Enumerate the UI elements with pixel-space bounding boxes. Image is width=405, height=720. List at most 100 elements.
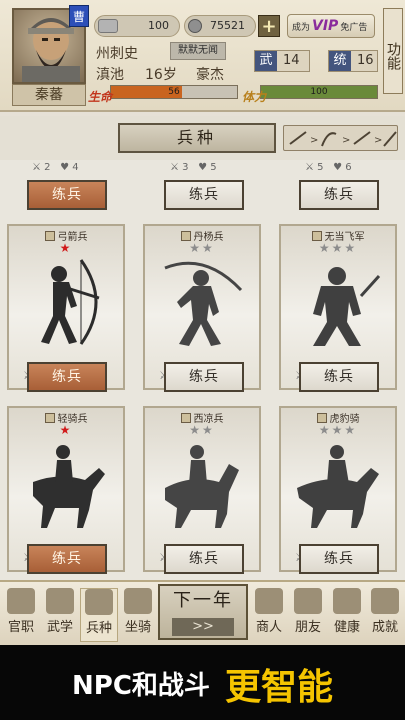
handshake-icon: [294, 588, 322, 614]
energy-value: 100: [310, 87, 328, 97]
title-text: 豪杰: [196, 67, 224, 83]
health-label: 生命: [88, 90, 113, 104]
heavy-cavalry-silhouette-icon: [297, 445, 379, 528]
nav-friends[interactable]: 朋友: [289, 588, 327, 642]
partial-stats-1: ⚔ 2 ♥ 4: [32, 162, 79, 173]
nav-health[interactable]: 健康: [328, 588, 366, 642]
wu-value: 14: [283, 53, 300, 68]
coin-value: 75521: [210, 19, 245, 32]
silver-value: 100: [148, 19, 169, 32]
location-text: 滇池: [96, 67, 124, 83]
add-currency-button[interactable]: +: [258, 15, 280, 37]
age-text: 16岁: [145, 67, 177, 83]
energy-bar: 100: [260, 85, 378, 99]
unit-grid: ⚔ 2 ♥ 4 ⚔ 3 ♥ 5 ⚔ 5 ♥ 6 练兵 练兵 练兵 弓箭兵 ★ 2…: [0, 160, 405, 580]
unit-type-icon: [180, 231, 191, 241]
vip-label: VIP: [312, 18, 339, 34]
unit-stars: ★: [59, 241, 73, 255]
wu-label: 武: [255, 51, 277, 71]
unit-stars: ★★★: [318, 241, 358, 255]
warrior-silhouette-icon: [313, 267, 381, 346]
scroll-icon: [46, 588, 74, 614]
rank-text: 州刺史: [96, 46, 138, 62]
nav-label: 健康: [333, 620, 360, 635]
next-year-label: 下一年: [173, 590, 233, 611]
vip-suffix: 免广告: [340, 23, 368, 33]
unit-stars: ★★★: [318, 423, 358, 437]
energy-label: 体力: [242, 90, 267, 104]
spearman-silhouette-icon: [164, 261, 243, 346]
nav-label: 成就: [371, 620, 398, 635]
partial-stats-3: ⚔ 5 ♥ 6: [305, 162, 352, 173]
horseman-silhouette-icon: [165, 445, 239, 528]
health-value: 56: [168, 87, 180, 97]
partial-defense: 4: [72, 162, 79, 173]
fast-forward-button[interactable]: >>: [172, 618, 234, 636]
unit-stars: ★: [59, 423, 73, 437]
gourd-icon: [333, 588, 361, 614]
tong-label: 统: [329, 51, 351, 71]
ingot-icon: [255, 588, 283, 614]
faction-badge: 曹: [69, 5, 89, 27]
svg-text:>: >: [310, 135, 318, 146]
game-screen: 曹 秦蕃 100 75521 + 成为 VIP 免广告 功能 州刺史 默默无闻 滇池…: [0, 0, 405, 645]
nav-merchant[interactable]: 商人: [250, 588, 288, 642]
nav-office[interactable]: 官职: [2, 588, 40, 642]
partial-attack: 3: [182, 162, 189, 173]
character-name: 秦蕃: [12, 84, 86, 106]
unit-stars: ★★: [189, 423, 215, 437]
train-button[interactable]: 练兵: [299, 362, 379, 392]
reputation-chip: 默默无闻: [170, 42, 226, 60]
official-icon: [7, 588, 35, 614]
nav-label: 官职: [7, 620, 34, 635]
train-button[interactable]: 练兵: [299, 544, 379, 574]
train-button[interactable]: 练兵: [27, 544, 107, 574]
section-title: 兵种: [118, 123, 276, 153]
train-button[interactable]: 练兵: [27, 180, 107, 210]
weapon-upgrade-path[interactable]: > > >: [283, 125, 398, 151]
horse-icon: [124, 588, 152, 614]
train-button[interactable]: 练兵: [27, 362, 107, 392]
unit-type-icon: [316, 413, 327, 423]
train-button[interactable]: 练兵: [164, 362, 244, 392]
partial-defense: 5: [210, 162, 217, 173]
nav-mount[interactable]: 坐骑: [119, 588, 157, 642]
nav-label: 坐骑: [124, 620, 151, 635]
silver-counter: 100: [94, 15, 180, 37]
nav-achievements[interactable]: 成就: [366, 588, 404, 642]
player-header: 曹 秦蕃 100 75521 + 成为 VIP 免广告 功能 州刺史 默默无闻 滇池…: [0, 0, 405, 112]
trophy-icon: [371, 588, 399, 614]
nav-label: 商人: [255, 620, 282, 635]
train-button[interactable]: 练兵: [299, 180, 379, 210]
vip-button[interactable]: 成为 VIP 免广告: [287, 14, 375, 38]
cavalry-silhouette-icon: [33, 445, 105, 528]
train-button[interactable]: 练兵: [164, 544, 244, 574]
health-bar: 56: [110, 85, 238, 99]
nav-martial[interactable]: 武学: [41, 588, 79, 642]
partial-attack: 2: [44, 162, 51, 173]
sword-bow-spear-icon: > > >: [289, 131, 397, 147]
train-button[interactable]: 练兵: [164, 180, 244, 210]
silver-ingot-icon: [98, 19, 118, 33]
function-menu-button[interactable]: 功能: [383, 8, 403, 94]
banner-text-yellow: 更智能: [225, 667, 334, 708]
wu-stat: 武 14: [254, 50, 310, 72]
nav-label: 武学: [46, 620, 73, 635]
nav-label: 兵种: [85, 621, 112, 636]
unit-type-icon: [311, 231, 322, 241]
promo-banner: NPC和战斗 更智能: [0, 645, 405, 720]
archer-silhouette-icon: [41, 259, 100, 345]
unit-stars: ★★: [189, 241, 215, 255]
unit-type-icon: [44, 231, 55, 241]
next-year-button[interactable]: 下一年 >>: [158, 584, 248, 640]
tong-stat: 统 16: [328, 50, 378, 72]
unit-type-icon: [44, 413, 55, 423]
nav-label: 朋友: [294, 620, 321, 635]
unit-type-icon: [180, 413, 191, 423]
vip-prefix: 成为: [292, 23, 311, 33]
svg-text:>: >: [374, 135, 382, 146]
coin-counter: 75521: [184, 15, 256, 37]
svg-text:>: >: [342, 135, 350, 146]
nav-troops[interactable]: 兵种: [80, 588, 118, 642]
tong-value: 16: [357, 53, 374, 68]
